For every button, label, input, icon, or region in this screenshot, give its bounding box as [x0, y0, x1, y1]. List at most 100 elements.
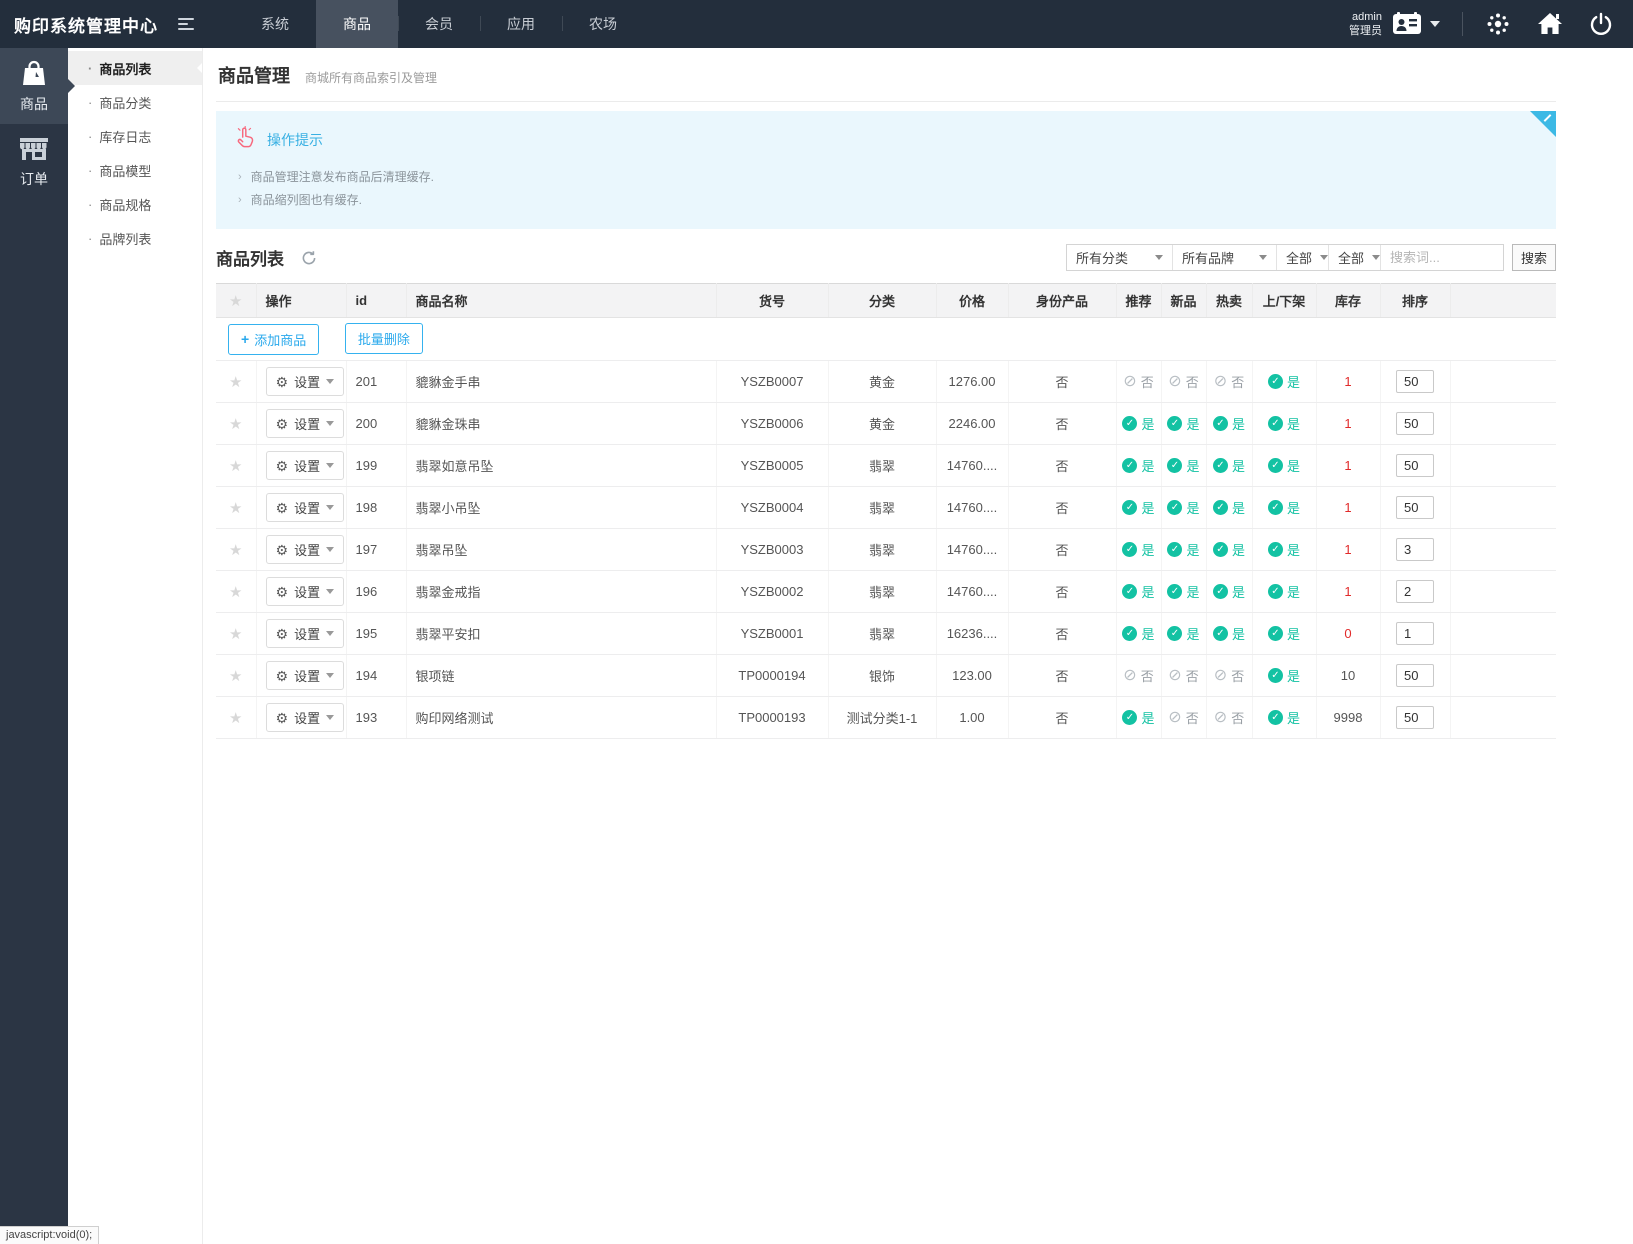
cell-price: 1.00 — [936, 697, 1008, 739]
sort-input[interactable] — [1396, 454, 1434, 477]
favorite-star-icon[interactable]: ★ — [229, 542, 242, 559]
status-yes[interactable]: ✓是 — [1167, 498, 1199, 517]
status-select-1[interactable]: 全部 — [1277, 245, 1329, 270]
status-yes[interactable]: ✓是 — [1268, 708, 1300, 727]
page-title: 商品管理 — [218, 62, 290, 88]
sort-input[interactable] — [1396, 538, 1434, 561]
cell-recommend: ⊘否 — [1116, 361, 1161, 403]
favorite-star-icon[interactable]: ★ — [229, 584, 242, 601]
id-card-icon[interactable] — [1392, 11, 1422, 37]
sort-input[interactable] — [1396, 580, 1434, 603]
status-yes[interactable]: ✓是 — [1268, 540, 1300, 559]
status-select-2[interactable]: 全部 — [1329, 245, 1381, 270]
sort-input[interactable] — [1396, 664, 1434, 687]
status-yes[interactable]: ✓是 — [1167, 582, 1199, 601]
status-yes[interactable]: ✓是 — [1268, 372, 1300, 391]
sort-input[interactable] — [1396, 706, 1434, 729]
sidebar-toggle-icon[interactable] — [172, 0, 208, 48]
sort-input[interactable] — [1396, 496, 1434, 519]
sort-input[interactable] — [1396, 370, 1434, 393]
favorite-star-icon[interactable]: ★ — [229, 710, 242, 727]
status-yes[interactable]: ✓是 — [1122, 498, 1154, 517]
status-yes[interactable]: ✓是 — [1213, 498, 1245, 517]
row-settings-button[interactable]: ⚙设置 — [266, 409, 345, 438]
status-no[interactable]: ⊘否 — [1123, 372, 1153, 391]
status-no[interactable]: ⊘否 — [1123, 666, 1153, 685]
status-yes[interactable]: ✓是 — [1213, 540, 1245, 559]
favorite-star-icon[interactable]: ★ — [229, 416, 242, 433]
status-yes[interactable]: ✓是 — [1122, 582, 1154, 601]
search-input[interactable] — [1381, 250, 1503, 265]
filter-group: 所有分类 所有品牌 全部 全部 — [1066, 244, 1504, 271]
brand-select[interactable]: 所有品牌 — [1173, 245, 1277, 270]
top-menu-item[interactable]: 商品 — [316, 0, 398, 48]
category-select[interactable]: 所有分类 — [1067, 245, 1173, 270]
status-yes[interactable]: ✓是 — [1268, 414, 1300, 433]
status-yes[interactable]: ✓是 — [1268, 582, 1300, 601]
status-yes[interactable]: ✓是 — [1167, 540, 1199, 559]
submenu-item-商品列表[interactable]: ·商品列表 — [68, 51, 202, 85]
status-yes[interactable]: ✓是 — [1213, 456, 1245, 475]
row-settings-button[interactable]: ⚙设置 — [266, 493, 345, 522]
submenu-item-商品规格[interactable]: ·商品规格 — [68, 187, 202, 221]
user-menu-caret-icon[interactable] — [1430, 21, 1440, 27]
top-menu-item[interactable]: 系统 — [234, 0, 316, 48]
status-no[interactable]: ⊘否 — [1168, 666, 1198, 685]
status-yes[interactable]: ✓是 — [1122, 624, 1154, 643]
batch-delete-button[interactable]: 批量删除 — [345, 323, 423, 354]
add-product-button[interactable]: +添加商品 — [228, 324, 319, 355]
submenu-item-商品分类[interactable]: ·商品分类 — [68, 85, 202, 119]
status-no[interactable]: ⊘否 — [1214, 372, 1244, 391]
top-menu-item[interactable]: 会员 — [398, 0, 480, 48]
bullet-icon: · — [88, 163, 92, 178]
home-icon[interactable] — [1537, 12, 1563, 36]
page-subtitle: 商城所有商品索引及管理 — [305, 69, 437, 86]
status-yes[interactable]: ✓是 — [1167, 624, 1199, 643]
top-menu-item[interactable]: 农场 — [562, 0, 644, 48]
row-settings-button[interactable]: ⚙设置 — [266, 661, 345, 690]
sidebar-item-商品[interactable]: 商品 — [0, 48, 68, 124]
status-no[interactable]: ⊘否 — [1214, 666, 1244, 685]
status-yes[interactable]: ✓是 — [1268, 456, 1300, 475]
top-menu-item[interactable]: 应用 — [480, 0, 562, 48]
status-yes[interactable]: ✓是 — [1213, 582, 1245, 601]
sort-input[interactable] — [1396, 412, 1434, 435]
cell-sku: TP0000194 — [716, 655, 828, 697]
sort-input[interactable] — [1396, 622, 1434, 645]
status-yes[interactable]: ✓是 — [1122, 414, 1154, 433]
row-settings-button[interactable]: ⚙设置 — [266, 703, 345, 732]
status-yes[interactable]: ✓是 — [1122, 708, 1154, 727]
status-yes[interactable]: ✓是 — [1167, 414, 1199, 433]
row-settings-button[interactable]: ⚙设置 — [266, 619, 345, 648]
favorite-star-icon[interactable]: ★ — [229, 668, 242, 685]
collapse-ribbon-icon[interactable] — [1530, 111, 1556, 137]
row-settings-button[interactable]: ⚙设置 — [266, 367, 345, 396]
status-yes[interactable]: ✓是 — [1122, 456, 1154, 475]
submenu-item-品牌列表[interactable]: ·品牌列表 — [68, 221, 202, 255]
status-yes[interactable]: ✓是 — [1268, 498, 1300, 517]
submenu-item-商品模型[interactable]: ·商品模型 — [68, 153, 202, 187]
row-settings-button[interactable]: ⚙设置 — [266, 451, 345, 480]
row-settings-button[interactable]: ⚙设置 — [266, 535, 345, 564]
clear-cache-icon[interactable] — [1485, 11, 1511, 37]
status-yes[interactable]: ✓是 — [1268, 624, 1300, 643]
favorite-star-icon[interactable]: ★ — [229, 458, 242, 475]
status-no[interactable]: ⊘否 — [1214, 708, 1244, 727]
status-no[interactable]: ⊘否 — [1168, 372, 1198, 391]
favorite-star-icon[interactable]: ★ — [229, 374, 242, 391]
search-button[interactable]: 搜索 — [1512, 244, 1556, 271]
status-yes[interactable]: ✓是 — [1167, 456, 1199, 475]
submenu-item-库存日志[interactable]: ·库存日志 — [68, 119, 202, 153]
cell-identity: 否 — [1008, 403, 1116, 445]
sidebar-item-订单[interactable]: 订单 — [0, 124, 68, 200]
favorite-star-icon[interactable]: ★ — [229, 500, 242, 517]
status-yes[interactable]: ✓是 — [1268, 666, 1300, 685]
row-settings-button[interactable]: ⚙设置 — [266, 577, 345, 606]
refresh-icon[interactable] — [301, 250, 317, 266]
logout-power-icon[interactable] — [1589, 12, 1613, 36]
status-yes[interactable]: ✓是 — [1213, 624, 1245, 643]
status-yes[interactable]: ✓是 — [1122, 540, 1154, 559]
favorite-star-icon[interactable]: ★ — [229, 626, 242, 643]
status-no[interactable]: ⊘否 — [1168, 708, 1198, 727]
status-yes[interactable]: ✓是 — [1213, 414, 1245, 433]
